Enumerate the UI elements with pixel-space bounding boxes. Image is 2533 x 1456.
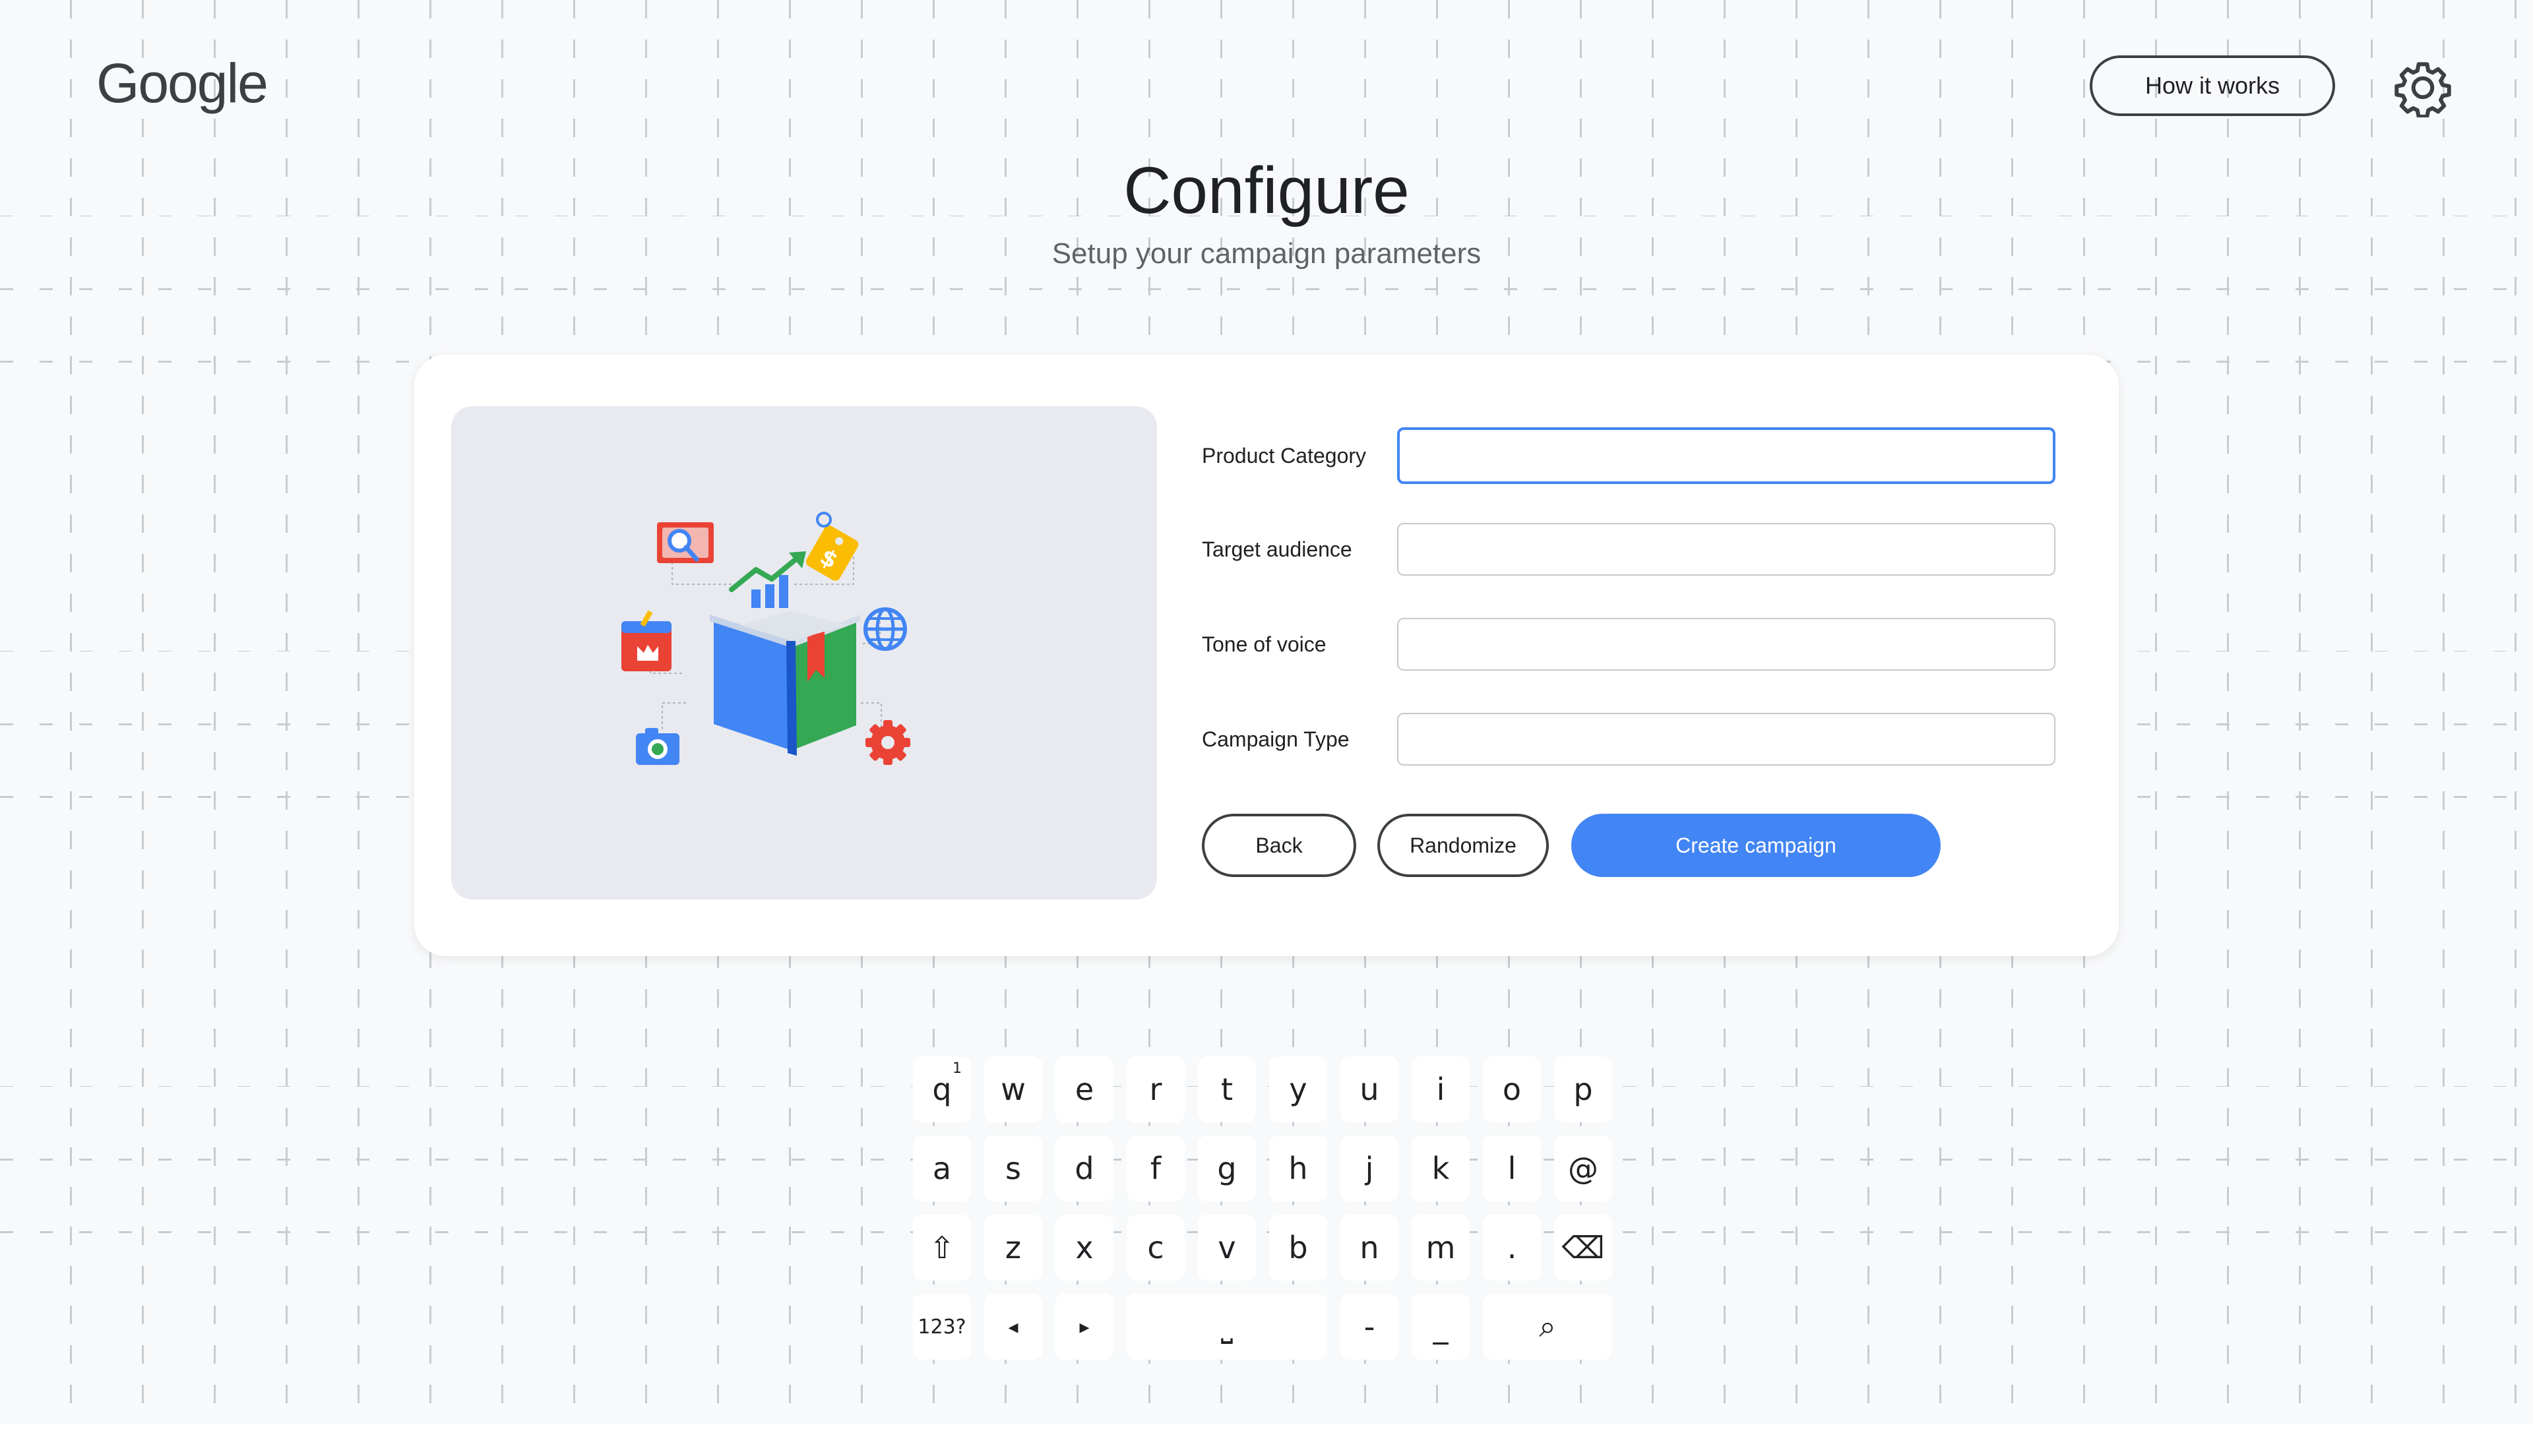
key-underscore[interactable]: _ <box>1412 1294 1470 1360</box>
key-y[interactable]: y <box>1269 1056 1327 1122</box>
page-subtitle: Setup your campaign parameters <box>1051 237 1482 270</box>
campaign-illustration: $ <box>621 512 910 765</box>
trend-chart-icon <box>729 551 806 608</box>
key-p[interactable]: p <box>1554 1056 1612 1122</box>
book-icon <box>710 611 860 756</box>
arrow-left-key[interactable]: ◂ <box>984 1294 1042 1360</box>
key-n[interactable]: n <box>1340 1215 1398 1281</box>
key-d[interactable]: d <box>1055 1136 1113 1201</box>
key-e[interactable]: e <box>1055 1056 1113 1122</box>
gear-icon[interactable] <box>2393 58 2453 117</box>
arrow-right-key[interactable]: ▸ <box>1055 1294 1113 1360</box>
configure-card: $ Product Category Target audience Tone … <box>414 355 2119 956</box>
campaign-type-label: Campaign Type <box>1202 727 1350 751</box>
target-audience-label: Target audience <box>1202 537 1352 561</box>
space-key[interactable]: ⎵ <box>1127 1294 1327 1360</box>
price-tag-icon: $ <box>805 525 859 581</box>
camera-icon <box>636 728 679 765</box>
how-it-works-button[interactable]: How it works <box>2090 55 2335 116</box>
key-period[interactable]: . <box>1483 1215 1541 1281</box>
product-category-input[interactable] <box>1397 427 2055 484</box>
gear-illustration-icon <box>865 720 910 765</box>
key-u[interactable]: u <box>1340 1056 1398 1122</box>
tone-of-voice-input[interactable] <box>1397 618 2055 671</box>
key-w[interactable]: w <box>984 1056 1042 1122</box>
key-l[interactable]: l <box>1483 1136 1541 1201</box>
globe-icon <box>863 607 907 651</box>
product-category-label: Product Category <box>1202 443 1367 468</box>
key-at[interactable]: @ <box>1554 1136 1612 1201</box>
product-category-row: Product Category <box>1202 427 2055 484</box>
tone-of-voice-row: Tone of voice <box>1202 616 2055 673</box>
create-campaign-button[interactable]: Create campaign <box>1571 814 1941 877</box>
target-audience-row: Target audience <box>1202 521 2055 578</box>
tone-of-voice-label: Tone of voice <box>1202 632 1327 656</box>
key-h[interactable]: h <box>1269 1136 1327 1201</box>
search-key[interactable]: ⌕ <box>1483 1294 1612 1360</box>
on-screen-keyboard: q1 w e r t y u i o p a s d f g h j k l @… <box>913 1056 1619 1373</box>
campaign-type-row: Campaign Type <box>1202 711 2055 768</box>
key-hint: 1 <box>953 1060 962 1077</box>
key-c[interactable]: c <box>1127 1215 1185 1281</box>
key-j[interactable]: j <box>1340 1136 1398 1201</box>
key-z[interactable]: z <box>984 1215 1042 1281</box>
key-t[interactable]: t <box>1198 1056 1256 1122</box>
key-k[interactable]: k <box>1412 1136 1470 1201</box>
key-o[interactable]: o <box>1483 1056 1541 1122</box>
key-b[interactable]: b <box>1269 1215 1327 1281</box>
key-dash[interactable]: - <box>1340 1294 1398 1360</box>
calendar-icon <box>621 610 672 671</box>
key-i[interactable]: i <box>1412 1056 1470 1122</box>
randomize-button[interactable]: Randomize <box>1377 814 1549 877</box>
google-logo: Google <box>96 52 268 114</box>
search-image-icon <box>657 522 714 563</box>
key-m[interactable]: m <box>1412 1215 1470 1281</box>
target-audience-input[interactable] <box>1397 523 2055 576</box>
illustration-panel: $ <box>451 406 1157 899</box>
campaign-type-input[interactable] <box>1397 713 2055 766</box>
key-label: q <box>932 1072 952 1107</box>
back-button[interactable]: Back <box>1202 814 1356 877</box>
key-s[interactable]: s <box>984 1136 1042 1201</box>
page-title: Configure <box>1123 154 1410 228</box>
shift-key[interactable]: ⇧ <box>913 1215 971 1281</box>
numbers-key[interactable]: 123? <box>913 1294 971 1360</box>
bottom-strip <box>0 1424 2533 1456</box>
backspace-key[interactable]: ⌫ <box>1554 1215 1612 1281</box>
key-v[interactable]: v <box>1198 1215 1256 1281</box>
key-x[interactable]: x <box>1055 1215 1113 1281</box>
key-f[interactable]: f <box>1127 1136 1185 1201</box>
key-r[interactable]: r <box>1127 1056 1185 1122</box>
key-g[interactable]: g <box>1198 1136 1256 1201</box>
key-a[interactable]: a <box>913 1136 971 1201</box>
key-q[interactable]: q1 <box>913 1056 971 1122</box>
